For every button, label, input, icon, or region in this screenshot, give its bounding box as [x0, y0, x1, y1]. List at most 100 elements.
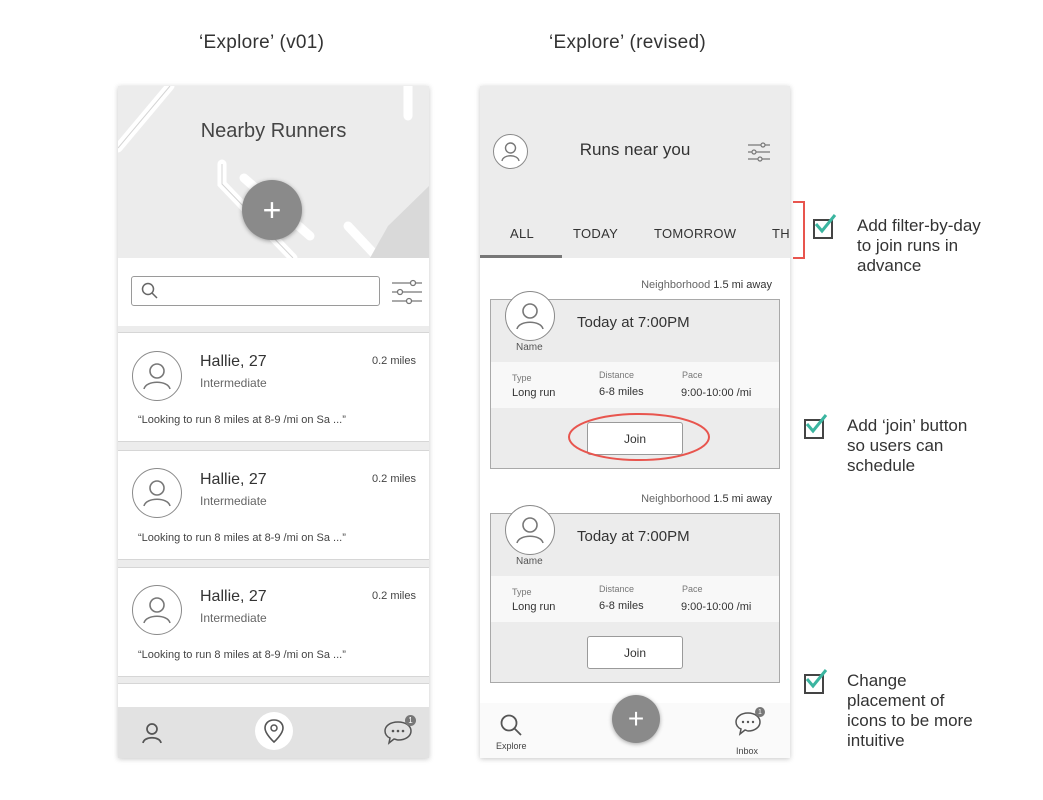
search-icon — [500, 714, 522, 736]
inbox-tab[interactable]: 1 Inbox — [730, 707, 770, 756]
distance-label: Distance — [599, 370, 635, 380]
distance-label: Distance — [599, 584, 635, 594]
tab-bar: Explore + 1 Inbox — [480, 695, 790, 758]
run-details: Type Long run Distance 6-8 miles Pace 9:… — [491, 362, 779, 408]
plus-icon: + — [627, 703, 645, 734]
checkmark-icon — [805, 414, 828, 434]
annotation-line: icons to be more — [847, 711, 973, 730]
runner-name: Hallie, 27 — [200, 353, 267, 370]
annotation-line: advance — [857, 256, 922, 275]
location-pin-icon — [264, 719, 284, 744]
neighborhood-label: Neighborhood — [641, 493, 711, 505]
checkbox-checked-icon — [813, 214, 837, 239]
explore-tab[interactable]: Explore — [494, 709, 528, 755]
join-button[interactable]: Join — [587, 636, 683, 669]
host-name: Name — [516, 342, 543, 353]
runner-level: Intermediate — [200, 611, 267, 625]
annotation-join: Add ‘join’ button so users can schedule — [847, 416, 967, 476]
pace-label: Pace — [682, 370, 703, 380]
runner-distance: 0.2 miles — [371, 355, 416, 367]
notification-badge: 1 — [405, 715, 416, 726]
highlight-ellipse — [568, 413, 710, 461]
checkbox-checked-icon — [804, 414, 828, 439]
annotation-line: so users can — [847, 436, 944, 455]
runner-quote: “Looking to run 8 miles at 8-9 /mi on Sa… — [138, 414, 346, 426]
phone-v01: Nearby Runners + Hallie, 27 Intermediate… — [118, 86, 429, 758]
type-value: Long run — [512, 387, 556, 399]
run-distance-away: 1.5 mi away — [713, 279, 772, 291]
host-name: Name — [516, 556, 543, 567]
plus-icon: + — [262, 192, 282, 228]
type-label: Type — [512, 373, 532, 383]
person-icon — [143, 363, 171, 390]
search-input[interactable] — [131, 276, 380, 306]
runner-name: Hallie, 27 — [200, 588, 267, 605]
runner-distance: 0.2 miles — [371, 590, 416, 602]
tab-all[interactable]: ALL — [510, 226, 534, 241]
neighborhood-label: Neighborhood — [641, 279, 711, 291]
pace-value: 9:00-10:00 /mi — [681, 387, 752, 399]
runner-name: Hallie, 27 — [200, 471, 267, 488]
tab-bar: 1 — [118, 707, 429, 758]
type-label: Type — [512, 587, 532, 597]
avatar — [505, 505, 555, 555]
add-run-fab[interactable]: + — [612, 695, 660, 743]
caption-v01: ‘Explore’ (v01) — [199, 32, 325, 53]
explore-label: Explore — [496, 741, 527, 751]
checkbox-checked-icon — [804, 669, 828, 694]
filter-icon[interactable] — [747, 141, 771, 163]
annotation-filter: Add filter-by-day to join runs in advanc… — [857, 216, 981, 276]
map-area[interactable]: Nearby Runners + — [118, 86, 429, 258]
runner-level: Intermediate — [200, 494, 267, 508]
page-title: Runs near you — [579, 140, 691, 159]
distance-value: 6-8 miles — [599, 386, 644, 398]
bracket — [793, 201, 805, 259]
person-icon — [516, 517, 544, 544]
runner-quote: “Looking to run 8 miles at 8-9 /mi on Sa… — [138, 649, 346, 661]
run-details: Type Long run Distance 6-8 miles Pace 9:… — [491, 576, 779, 622]
annotation-line: Add ‘join’ button — [847, 416, 968, 435]
tab-tomorrow[interactable]: TOMORROW — [654, 226, 736, 241]
annotation-line: Change — [847, 671, 907, 690]
caption-revised: ‘Explore’ (revised) — [549, 32, 707, 53]
page-title: Nearby Runners — [200, 120, 347, 142]
run-location: Neighborhood 1.5 mi away — [641, 493, 772, 505]
notification-badge: 1 — [755, 707, 765, 717]
header: Runs near you ALL TODAY TOMORROW TH — [480, 86, 790, 258]
runner-quote: “Looking to run 8 miles at 8-9 /mi on Sa… — [138, 532, 346, 544]
person-icon — [143, 597, 171, 624]
annotation-line: Add filter-by-day — [857, 216, 981, 235]
type-value: Long run — [512, 601, 556, 613]
annotation-line: schedule — [847, 456, 916, 475]
run-card[interactable]: Name Today at 7:00PM Type Long run Dista… — [490, 505, 780, 683]
run-location: Neighborhood 1.5 mi away — [641, 279, 772, 291]
pace-label: Pace — [682, 584, 703, 594]
checkmark-icon — [805, 669, 828, 689]
annotation-line: placement of — [847, 691, 945, 710]
person-icon — [143, 480, 171, 507]
add-run-fab[interactable]: + — [242, 180, 302, 240]
search-icon — [141, 282, 158, 299]
distance-value: 6-8 miles — [599, 600, 644, 612]
inbox-label: Inbox — [736, 746, 759, 756]
profile-icon[interactable] — [140, 721, 164, 745]
avatar — [132, 585, 182, 635]
runner-card[interactable]: Hallie, 27 Intermediate 0.2 miles “Looki… — [118, 567, 429, 677]
checkmark-icon — [814, 214, 837, 234]
annotation-line: to join runs in — [857, 236, 959, 255]
filter-icon[interactable] — [391, 278, 423, 306]
tab-today[interactable]: TODAY — [573, 226, 618, 241]
runner-card[interactable]: Hallie, 27 Intermediate 0.2 miles “Looki… — [118, 450, 429, 560]
tab-thursday[interactable]: TH — [772, 226, 790, 241]
avatar — [505, 291, 555, 341]
phone-revised: Runs near you ALL TODAY TOMORROW TH Neig… — [480, 86, 790, 758]
annotation-line: intuitive — [847, 731, 905, 750]
run-distance-away: 1.5 mi away — [713, 493, 772, 505]
annotation-icons: Change placement of icons to be more int… — [847, 671, 973, 751]
pace-value: 9:00-10:00 /mi — [681, 601, 752, 613]
active-tab-indicator — [480, 255, 562, 258]
map-tab-button[interactable] — [255, 712, 293, 750]
runner-distance: 0.2 miles — [371, 473, 416, 485]
runner-level: Intermediate — [200, 376, 267, 390]
runner-card[interactable]: Hallie, 27 Intermediate 0.2 miles “Looki… — [118, 332, 429, 442]
